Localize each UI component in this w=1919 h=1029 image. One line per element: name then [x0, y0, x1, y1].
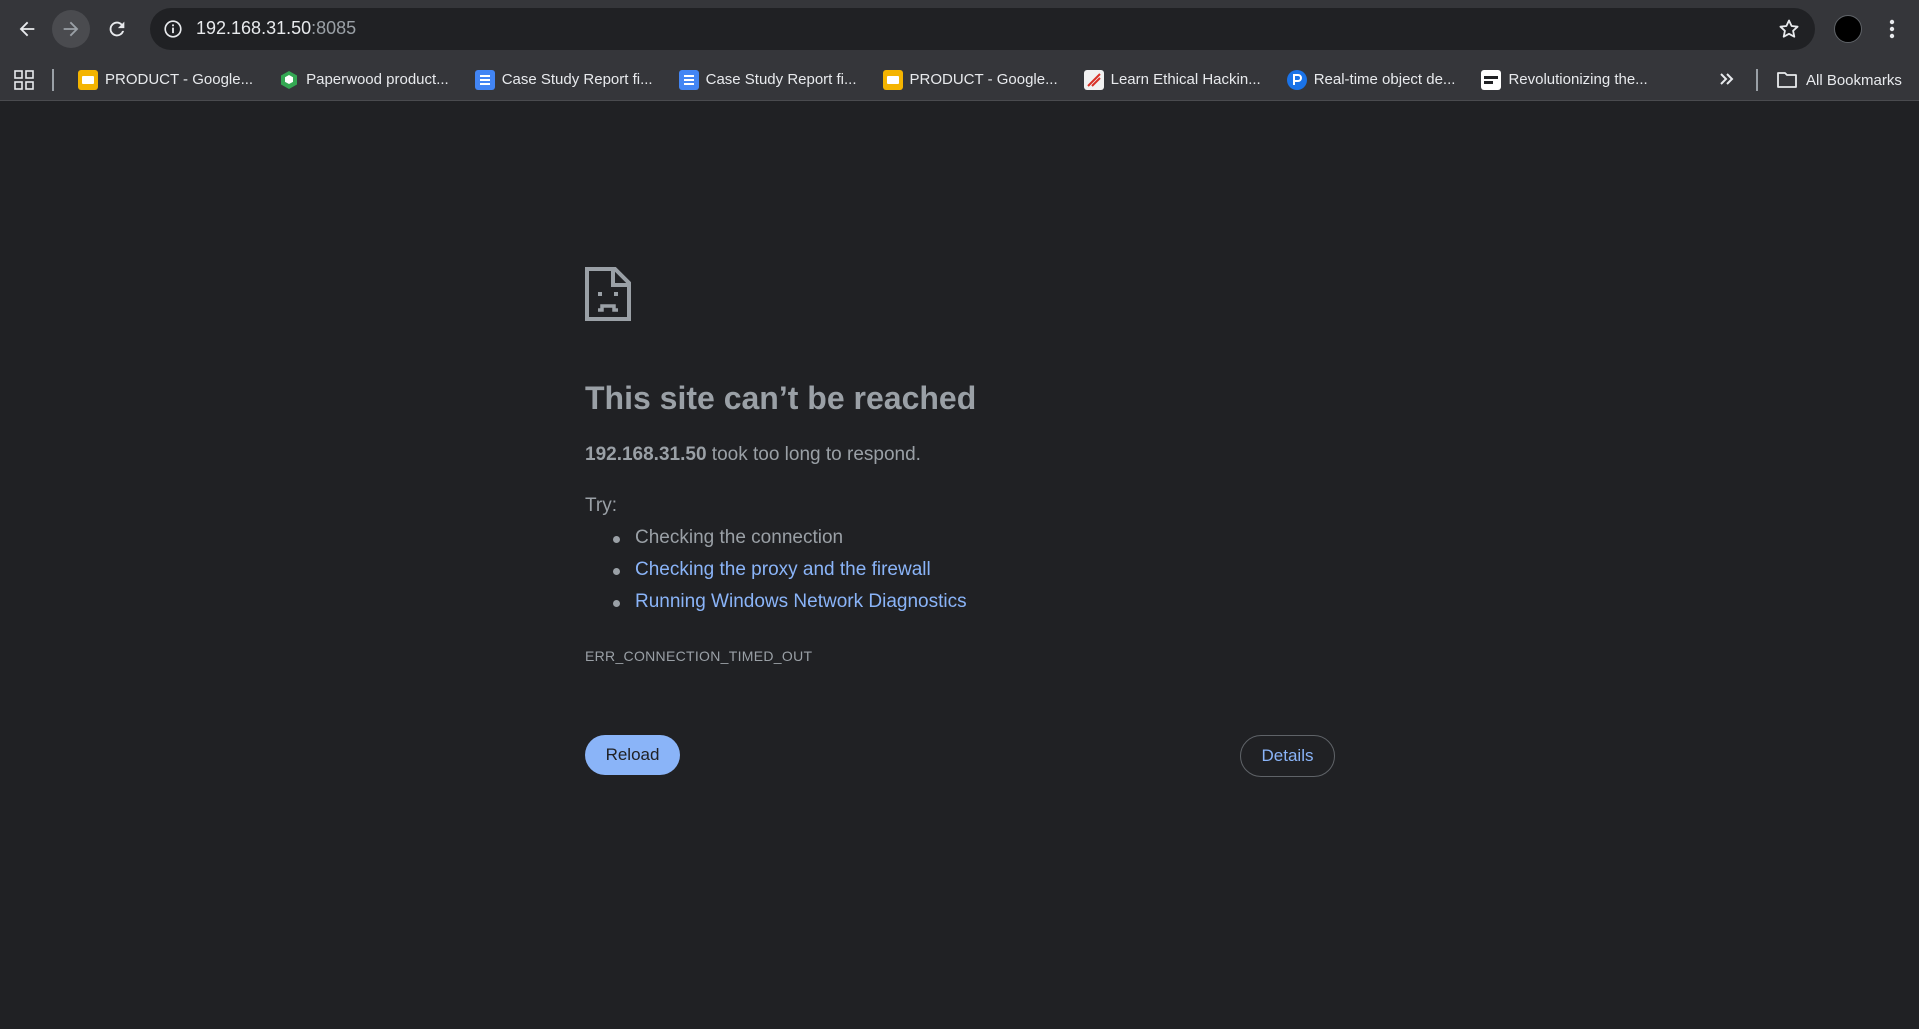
bookmark-star-icon[interactable]	[1777, 17, 1801, 41]
error-title: This site can’t be reached	[585, 380, 977, 416]
back-button[interactable]	[8, 10, 46, 48]
bookmark-label: Paperwood product...	[306, 71, 449, 88]
refresh-icon	[109, 21, 125, 37]
reload-button[interactable]: Reload	[585, 735, 680, 775]
forward-button[interactable]	[52, 10, 90, 48]
bookmark-item[interactable]: Learn Ethical Hackin...	[1078, 64, 1267, 96]
url-host: 192.168.31.50	[196, 18, 312, 38]
suggestion-network-diagnostics-link[interactable]: Running Windows Network Diagnostics	[610, 590, 967, 622]
bookmark-item[interactable]: PRODUCT - Google...	[72, 64, 259, 96]
bookmark-list: PRODUCT - Google... Paperwood product...…	[72, 58, 1668, 101]
suggestion-check-connection: Checking the connection	[610, 526, 967, 558]
reload-page-button[interactable]	[98, 10, 136, 48]
site-info-icon[interactable]	[162, 18, 184, 40]
docs-icon	[678, 69, 699, 90]
bookmarks-bar: PRODUCT - Google... Paperwood product...…	[0, 58, 1919, 101]
hacking-icon	[1083, 69, 1104, 90]
bookmarks-separator	[1756, 69, 1758, 91]
all-bookmarks-button[interactable]: All Bookmarks	[1776, 64, 1902, 96]
try-label: Try:	[585, 495, 618, 516]
arrow-left-icon	[19, 21, 35, 37]
chevron-double-right-icon[interactable]	[1716, 68, 1738, 90]
sad-page-icon	[585, 267, 631, 321]
bookmark-item[interactable]: Case Study Report fi...	[673, 64, 863, 96]
suggestion-check-proxy-link[interactable]: Checking the proxy and the firewall	[610, 558, 967, 590]
url-port: :8085	[311, 18, 357, 38]
browser-toolbar: 192.168.31.50:8085	[0, 0, 1919, 58]
bookmarks-separator	[52, 69, 54, 91]
paperwood-icon	[279, 70, 299, 90]
suggestion-list: Checking the connection Checking the pro…	[610, 526, 967, 622]
bookmark-item[interactable]: Paperwood product...	[273, 64, 455, 96]
error-host: 192.168.31.50	[585, 444, 707, 465]
bookmark-label: Real-time object de...	[1313, 71, 1456, 88]
bookmark-item[interactable]: Case Study Report fi...	[469, 64, 659, 96]
bookmark-label: Learn Ethical Hackin...	[1110, 71, 1261, 88]
apps-grid-icon[interactable]	[14, 70, 34, 90]
revolution-icon	[1481, 69, 1502, 90]
bookmark-label: PRODUCT - Google...	[909, 71, 1058, 88]
slides-icon	[882, 69, 903, 90]
bookmark-label: PRODUCT - Google...	[105, 71, 254, 88]
error-description: 192.168.31.50 took too long to respond.	[585, 444, 921, 466]
details-button[interactable]: Details	[1240, 735, 1335, 777]
bookmark-label: Revolutionizing the...	[1508, 71, 1648, 88]
folder-icon	[1777, 72, 1797, 88]
docs-icon	[474, 69, 495, 90]
profile-avatar[interactable]	[1834, 15, 1862, 43]
address-bar[interactable]: 192.168.31.50:8085	[150, 8, 1815, 50]
address-url[interactable]: 192.168.31.50:8085	[196, 18, 356, 39]
error-message: took too long to respond.	[706, 444, 921, 465]
bookmark-item[interactable]: Real-time object de...	[1281, 64, 1462, 96]
all-bookmarks-label: All Bookmarks	[1806, 71, 1902, 89]
bookmark-label: Case Study Report fi...	[705, 71, 857, 88]
bookmark-item[interactable]: PRODUCT - Google...	[877, 64, 1064, 96]
slides-icon	[78, 69, 98, 90]
more-menu-icon[interactable]	[1880, 14, 1904, 44]
bookmark-label: Case Study Report fi...	[501, 71, 653, 88]
bookmark-item[interactable]: Revolutionizing the...	[1475, 64, 1653, 96]
arrow-right-icon	[63, 21, 79, 37]
error-code: ERR_CONNECTION_TIMED_OUT	[585, 648, 813, 664]
pp-icon	[1286, 69, 1307, 90]
